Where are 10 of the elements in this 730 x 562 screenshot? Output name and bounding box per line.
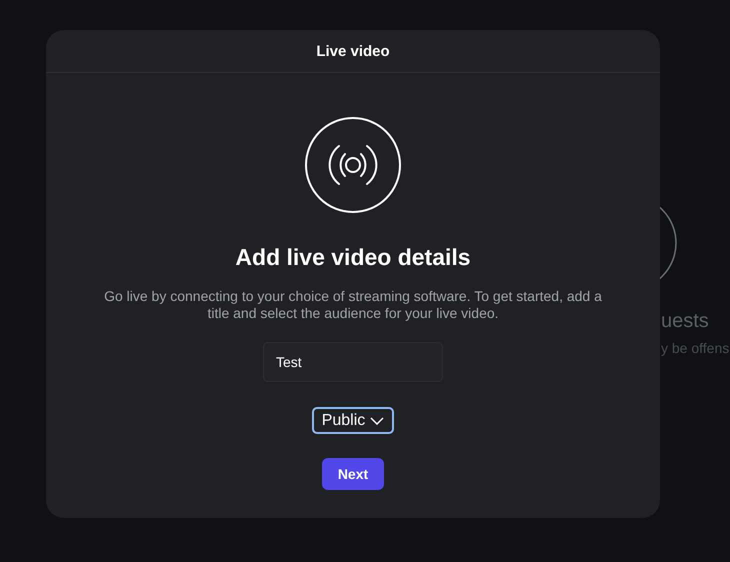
audience-dropdown[interactable]: Public xyxy=(312,407,394,434)
caret-icon xyxy=(370,416,384,424)
background-text: y be offens xyxy=(661,340,730,356)
title-input-field[interactable]: Test xyxy=(263,342,443,382)
dialog-title: Live video xyxy=(316,42,390,60)
next-button[interactable]: Next xyxy=(322,458,384,490)
dialog-description: Go live by connecting to your choice of streaming software. To get started, add a title and select the audience for your live video. xyxy=(103,288,603,322)
dialog-heading: Add live video details xyxy=(235,244,471,271)
broadcast-icon xyxy=(304,116,402,214)
background-heading: uests xyxy=(661,310,709,333)
